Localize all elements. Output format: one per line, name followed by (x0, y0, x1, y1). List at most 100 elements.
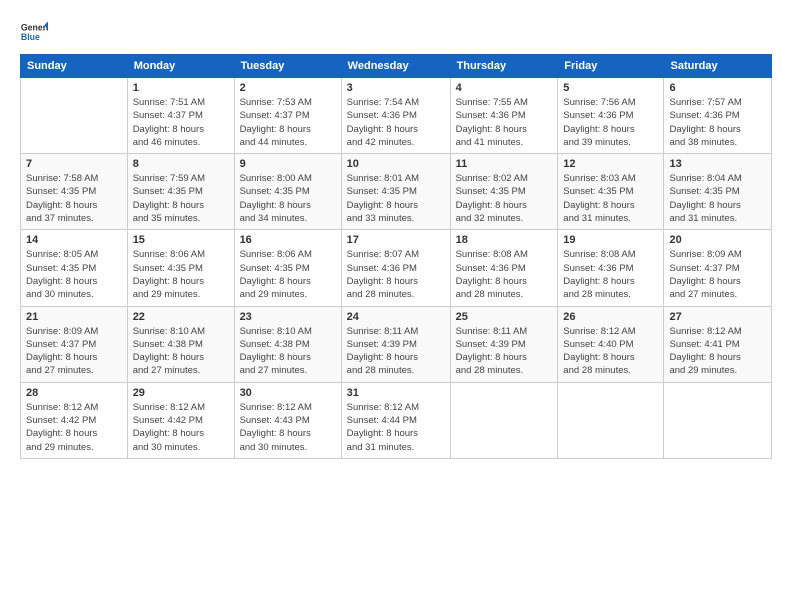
weekday-header-thursday: Thursday (450, 55, 558, 78)
calendar-cell: 31Sunrise: 8:12 AM Sunset: 4:44 PM Dayli… (341, 382, 450, 458)
day-info: Sunrise: 8:06 AM Sunset: 4:35 PM Dayligh… (133, 248, 229, 301)
calendar-cell: 19Sunrise: 8:08 AM Sunset: 4:36 PM Dayli… (558, 230, 664, 306)
calendar-cell: 23 Sunrise: 8:10 AM Sunset: 4:38 PM Dayli… (234, 306, 341, 382)
calendar-cell: 4 Sunrise: 7:55 AM Sunset: 4:36 PM Daylig… (450, 78, 558, 154)
day-info: Sunrise: 8:05 AM Sunset: 4:35 PM Dayligh… (26, 248, 122, 301)
day-info: Sunrise: 8:06 AM Sunset: 4:35 PM Dayligh… (240, 248, 336, 301)
calendar-cell: 12 Sunrise: 8:03 AM Sunset: 4:35 PM Dayli… (558, 154, 664, 230)
day-info: Sunrise: 7:53 AM Sunset: 4:37 PM Dayligh… (240, 96, 336, 149)
day-number: 30 (240, 387, 336, 399)
day-info: Sunrise: 7:55 AM Sunset: 4:36 PM Dayligh… (456, 96, 553, 149)
day-info: Sunrise: 7:57 AM Sunset: 4:36 PM Dayligh… (669, 96, 766, 149)
day-info: Sunrise: 8:02 AM Sunset: 4:35 PM Dayligh… (456, 172, 553, 225)
calendar-cell: 9 Sunrise: 8:00 AM Sunset: 4:35 PM Daylig… (234, 154, 341, 230)
day-number: 22 (133, 311, 229, 323)
day-info: Sunrise: 8:04 AM Sunset: 4:35 PM Dayligh… (669, 172, 766, 225)
calendar-cell: 2 Sunrise: 7:53 AM Sunset: 4:37 PM Daylig… (234, 78, 341, 154)
day-number: 15 (133, 234, 229, 246)
logo-icon: General Blue (20, 18, 48, 46)
weekday-header-tuesday: Tuesday (234, 55, 341, 78)
day-number: 19 (563, 234, 658, 246)
calendar-cell (664, 382, 772, 458)
calendar-cell: 27 Sunrise: 8:12 AM Sunset: 4:41 PM Dayli… (664, 306, 772, 382)
svg-text:General: General (21, 22, 48, 32)
day-info: Sunrise: 8:10 AM Sunset: 4:38 PM Dayligh… (133, 325, 229, 378)
day-number: 29 (133, 387, 229, 399)
day-info: Sunrise: 8:12 AM Sunset: 4:42 PM Dayligh… (26, 401, 122, 454)
day-info: Sunrise: 8:00 AM Sunset: 4:35 PM Dayligh… (240, 172, 336, 225)
day-number: 31 (347, 387, 445, 399)
calendar-cell (21, 78, 128, 154)
calendar-cell: 16 Sunrise: 8:06 AM Sunset: 4:35 PM Dayli… (234, 230, 341, 306)
calendar-cell (558, 382, 664, 458)
day-number: 17 (347, 234, 445, 246)
day-info: Sunrise: 8:03 AM Sunset: 4:35 PM Dayligh… (563, 172, 658, 225)
calendar-cell: 30 Sunrise: 8:12 AM Sunset: 4:43 PM Dayli… (234, 382, 341, 458)
weekday-header-saturday: Saturday (664, 55, 772, 78)
day-number: 10 (347, 158, 445, 170)
calendar-page: General Blue SundayMondayTuesdayWednesda… (0, 0, 792, 612)
calendar-table: SundayMondayTuesdayWednesdayThursdayFrid… (20, 54, 772, 459)
day-number: 2 (240, 82, 336, 94)
calendar-cell: 17Sunrise: 8:07 AM Sunset: 4:36 PM Dayli… (341, 230, 450, 306)
day-info: Sunrise: 8:12 AM Sunset: 4:43 PM Dayligh… (240, 401, 336, 454)
week-row-2: 14 Sunrise: 8:05 AM Sunset: 4:35 PM Dayli… (21, 230, 772, 306)
day-info: Sunrise: 7:54 AM Sunset: 4:36 PM Dayligh… (347, 96, 445, 149)
week-row-3: 21 Sunrise: 8:09 AM Sunset: 4:37 PM Dayli… (21, 306, 772, 382)
calendar-cell: 1 Sunrise: 7:51 AM Sunset: 4:37 PM Daylig… (127, 78, 234, 154)
day-number: 13 (669, 158, 766, 170)
weekday-header-row: SundayMondayTuesdayWednesdayThursdayFrid… (21, 55, 772, 78)
day-info: Sunrise: 8:10 AM Sunset: 4:38 PM Dayligh… (240, 325, 336, 378)
week-row-1: 7Sunrise: 7:58 AM Sunset: 4:35 PM Daylig… (21, 154, 772, 230)
day-number: 21 (26, 311, 122, 323)
calendar-cell: 14 Sunrise: 8:05 AM Sunset: 4:35 PM Dayli… (21, 230, 128, 306)
calendar-cell: 21 Sunrise: 8:09 AM Sunset: 4:37 PM Dayli… (21, 306, 128, 382)
calendar-cell: 29 Sunrise: 8:12 AM Sunset: 4:42 PM Dayli… (127, 382, 234, 458)
day-number: 11 (456, 158, 553, 170)
calendar-cell: 24 Sunrise: 8:11 AM Sunset: 4:39 PM Dayli… (341, 306, 450, 382)
calendar-cell: 15 Sunrise: 8:06 AM Sunset: 4:35 PM Dayli… (127, 230, 234, 306)
calendar-cell: 3Sunrise: 7:54 AM Sunset: 4:36 PM Daylig… (341, 78, 450, 154)
day-info: Sunrise: 8:12 AM Sunset: 4:40 PM Dayligh… (563, 325, 658, 378)
day-info: Sunrise: 8:01 AM Sunset: 4:35 PM Dayligh… (347, 172, 445, 225)
day-number: 23 (240, 311, 336, 323)
calendar-cell: 20Sunrise: 8:09 AM Sunset: 4:37 PM Dayli… (664, 230, 772, 306)
day-number: 18 (456, 234, 553, 246)
day-info: Sunrise: 7:58 AM Sunset: 4:35 PM Dayligh… (26, 172, 122, 225)
calendar-cell: 18 Sunrise: 8:08 AM Sunset: 4:36 PM Dayli… (450, 230, 558, 306)
day-info: Sunrise: 8:08 AM Sunset: 4:36 PM Dayligh… (456, 248, 553, 301)
weekday-header-sunday: Sunday (21, 55, 128, 78)
week-row-4: 28 Sunrise: 8:12 AM Sunset: 4:42 PM Dayli… (21, 382, 772, 458)
calendar-cell: 11 Sunrise: 8:02 AM Sunset: 4:35 PM Dayli… (450, 154, 558, 230)
day-number: 16 (240, 234, 336, 246)
day-number: 1 (133, 82, 229, 94)
day-info: Sunrise: 8:11 AM Sunset: 4:39 PM Dayligh… (456, 325, 553, 378)
calendar-cell: 8Sunrise: 7:59 AM Sunset: 4:35 PM Daylig… (127, 154, 234, 230)
day-info: Sunrise: 7:51 AM Sunset: 4:37 PM Dayligh… (133, 96, 229, 149)
weekday-header-monday: Monday (127, 55, 234, 78)
day-number: 12 (563, 158, 658, 170)
calendar-cell: 10 Sunrise: 8:01 AM Sunset: 4:35 PM Dayli… (341, 154, 450, 230)
day-info: Sunrise: 8:12 AM Sunset: 4:41 PM Dayligh… (669, 325, 766, 378)
day-number: 24 (347, 311, 445, 323)
day-number: 9 (240, 158, 336, 170)
svg-text:Blue: Blue (21, 32, 40, 42)
calendar-cell: 5Sunrise: 7:56 AM Sunset: 4:36 PM Daylig… (558, 78, 664, 154)
day-number: 27 (669, 311, 766, 323)
day-number: 4 (456, 82, 553, 94)
day-info: Sunrise: 8:12 AM Sunset: 4:42 PM Dayligh… (133, 401, 229, 454)
day-info: Sunrise: 8:11 AM Sunset: 4:39 PM Dayligh… (347, 325, 445, 378)
calendar-cell: 7Sunrise: 7:58 AM Sunset: 4:35 PM Daylig… (21, 154, 128, 230)
day-info: Sunrise: 8:09 AM Sunset: 4:37 PM Dayligh… (26, 325, 122, 378)
weekday-header-wednesday: Wednesday (341, 55, 450, 78)
day-number: 14 (26, 234, 122, 246)
calendar-cell: 26Sunrise: 8:12 AM Sunset: 4:40 PM Dayli… (558, 306, 664, 382)
day-number: 6 (669, 82, 766, 94)
week-row-0: 1 Sunrise: 7:51 AM Sunset: 4:37 PM Daylig… (21, 78, 772, 154)
header: General Blue (20, 18, 772, 46)
weekday-header-friday: Friday (558, 55, 664, 78)
day-number: 25 (456, 311, 553, 323)
day-info: Sunrise: 7:59 AM Sunset: 4:35 PM Dayligh… (133, 172, 229, 225)
calendar-cell: 6 Sunrise: 7:57 AM Sunset: 4:36 PM Daylig… (664, 78, 772, 154)
day-number: 28 (26, 387, 122, 399)
